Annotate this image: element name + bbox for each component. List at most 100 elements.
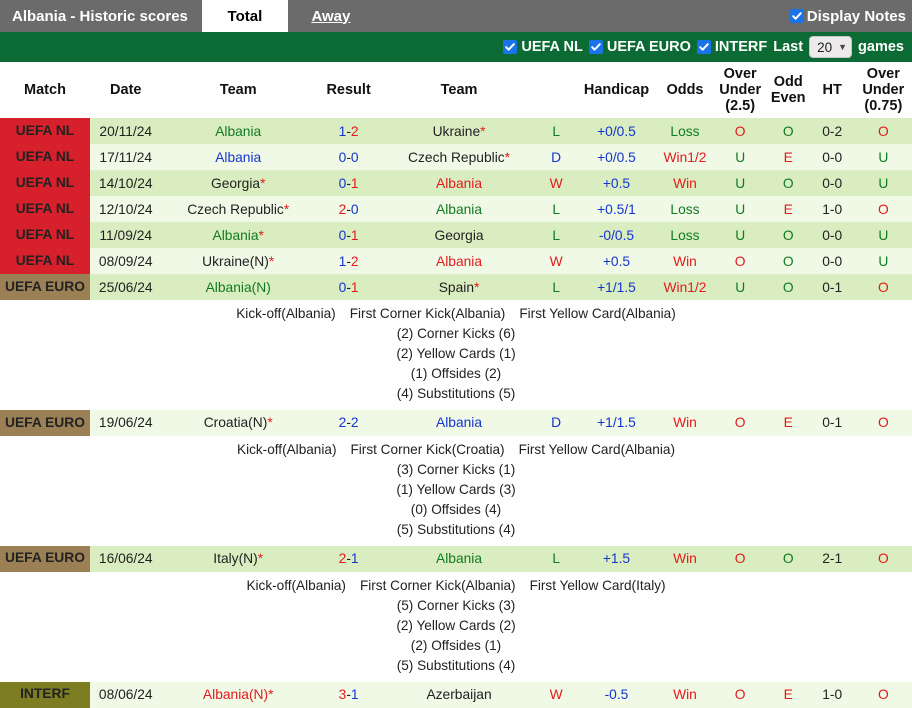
tab-away[interactable]: Away	[288, 0, 374, 32]
competition-badge[interactable]: UEFA NL	[0, 144, 90, 170]
table-row[interactable]: UEFA EURO16/06/24Italy(N)*2-1AlbaniaL+1.…	[0, 546, 912, 572]
table-row[interactable]: UEFA EURO19/06/24Croatia(N)*2-2AlbaniaD+…	[0, 410, 912, 436]
note-stat-line: (2) Yellow Cards (1)	[0, 344, 912, 364]
col-match[interactable]: Match	[0, 62, 90, 118]
match-result[interactable]: 0-1	[315, 222, 382, 248]
win-draw-loss: W	[536, 248, 577, 274]
note-stat-line: (2) Yellow Cards (2)	[0, 616, 912, 636]
over-under-075-value: O	[878, 415, 889, 430]
competition-badge[interactable]: UEFA EURO	[0, 410, 90, 436]
table-row[interactable]: UEFA NL08/09/24Ukraine(N)*1-2AlbaniaW+0.…	[0, 248, 912, 274]
col-team-away[interactable]: Team	[382, 62, 535, 118]
match-result[interactable]: 0-1	[315, 170, 382, 196]
match-result[interactable]: 2-2	[315, 410, 382, 436]
uefa-euro-checkbox[interactable]	[589, 40, 603, 54]
away-team[interactable]: Georgia	[382, 222, 535, 248]
home-team[interactable]: Georgia*	[162, 170, 315, 196]
col-odd-even[interactable]: Odd Even	[767, 62, 810, 118]
filter-uefa-euro[interactable]: UEFA EURO	[589, 39, 691, 55]
col-odds[interactable]: Odds	[656, 62, 713, 118]
match-result[interactable]: 0-0	[315, 144, 382, 170]
away-team[interactable]: Albania	[382, 196, 535, 222]
note-stat-line: (5) Corner Kicks (3)	[0, 596, 912, 616]
match-date: 08/09/24	[90, 248, 162, 274]
filter-interf[interactable]: INTERF	[697, 39, 767, 55]
home-team[interactable]: Albania*	[162, 222, 315, 248]
match-result[interactable]: 1-2	[315, 118, 382, 144]
match-result[interactable]: 0-1	[315, 274, 382, 300]
uefa-nl-checkbox[interactable]	[503, 40, 517, 54]
away-team[interactable]: Spain*	[382, 274, 535, 300]
home-team[interactable]: Ukraine(N)*	[162, 248, 315, 274]
page-title: Albania - Historic scores	[0, 0, 202, 32]
odds-outcome-value: Win	[673, 415, 697, 430]
away-team-label: Czech Republic	[408, 150, 505, 165]
competition-badge[interactable]: UEFA NL	[0, 170, 90, 196]
odds-outcome: Win	[656, 410, 713, 436]
home-advantage-star-icon: *	[260, 176, 265, 191]
col-ht[interactable]: HT	[810, 62, 855, 118]
table-row[interactable]: UEFA NL17/11/24Albania0-0Czech Republic*…	[0, 144, 912, 170]
display-notes-group[interactable]: Display Notes	[790, 0, 912, 32]
home-team[interactable]: Albania	[162, 144, 315, 170]
filter-uefa-nl[interactable]: UEFA NL	[503, 39, 583, 55]
tab-total[interactable]: Total	[202, 0, 288, 32]
away-team[interactable]: Ukraine*	[382, 118, 535, 144]
competition-badge[interactable]: UEFA NL	[0, 118, 90, 144]
home-team-label: Albania	[215, 150, 261, 165]
col-handicap[interactable]: Handicap	[577, 62, 657, 118]
table-row[interactable]: UEFA NL14/10/24Georgia*0-1AlbaniaW+0.5Wi…	[0, 170, 912, 196]
competition-badge[interactable]: UEFA EURO	[0, 274, 90, 300]
note-first-yellow: First Yellow Card(Albania)	[519, 440, 675, 460]
competition-badge[interactable]: UEFA EURO	[0, 546, 90, 572]
win-draw-loss: D	[536, 410, 577, 436]
odd-even: O	[767, 118, 810, 144]
competition-badge[interactable]: UEFA NL	[0, 196, 90, 222]
display-notes-checkbox[interactable]	[790, 9, 804, 23]
win-draw-loss-value: W	[550, 254, 563, 269]
note-kickoff: Kick-off(Albania)	[236, 304, 335, 324]
competition-badge[interactable]: UEFA NL	[0, 222, 90, 248]
home-team[interactable]: Albania(N)	[162, 274, 315, 300]
match-notes-row: Kick-off(Albania)First Corner Kick(Alban…	[0, 300, 912, 410]
match-result[interactable]: 2-0	[315, 196, 382, 222]
home-team[interactable]: Czech Republic*	[162, 196, 315, 222]
table-row[interactable]: UEFA NL12/10/24Czech Republic*2-0Albania…	[0, 196, 912, 222]
half-time-score: 2-1	[810, 546, 855, 572]
games-count-value: 20	[817, 40, 832, 55]
over-under-25-value: U	[735, 176, 745, 191]
col-team-home[interactable]: Team	[162, 62, 315, 118]
away-team[interactable]: Czech Republic*	[382, 144, 535, 170]
col-date[interactable]: Date	[90, 62, 162, 118]
notes-headline: Kick-off(Albania)First Corner Kick(Alban…	[0, 576, 912, 596]
competition-badge[interactable]: UEFA NL	[0, 248, 90, 274]
odd-even-value: E	[784, 415, 793, 430]
interf-label: INTERF	[715, 39, 767, 55]
home-team[interactable]: Croatia(N)*	[162, 410, 315, 436]
table-row[interactable]: UEFA NL11/09/24Albania*0-1GeorgiaL-0/0.5…	[0, 222, 912, 248]
match-result[interactable]: 1-2	[315, 248, 382, 274]
match-notes: Kick-off(Albania)First Corner Kick(Croat…	[0, 440, 912, 540]
half-time-score-value: 0-1	[822, 280, 842, 295]
home-team[interactable]: Albania	[162, 118, 315, 144]
away-team[interactable]: Albania	[382, 410, 535, 436]
col-over-under-25[interactable]: Over Under (2.5)	[714, 62, 767, 118]
half-time-score-value: 0-0	[822, 176, 842, 191]
interf-checkbox[interactable]	[697, 40, 711, 54]
away-team[interactable]: Albania	[382, 546, 535, 572]
away-team[interactable]: Albania	[382, 248, 535, 274]
table-row[interactable]: UEFA EURO25/06/24Albania(N)0-1Spain*L+1/…	[0, 274, 912, 300]
away-team[interactable]: Albania	[382, 170, 535, 196]
match-date: 20/11/24	[90, 118, 162, 144]
col-result[interactable]: Result	[315, 62, 382, 118]
games-count-select[interactable]: 20 ▼	[809, 36, 852, 58]
last-label: Last	[773, 39, 803, 55]
away-score: 1	[351, 176, 359, 191]
home-team[interactable]: Italy(N)*	[162, 546, 315, 572]
table-row[interactable]: UEFA NL20/11/24Albania1-2Ukraine*L+0/0.5…	[0, 118, 912, 144]
odds-outcome-value: Loss	[670, 124, 699, 139]
match-result[interactable]: 2-1	[315, 546, 382, 572]
col-over-under-075[interactable]: Over Under (0.75)	[855, 62, 912, 118]
odds-outcome-value: Win1/2	[663, 150, 706, 165]
competition-filter-bar: UEFA NL UEFA EURO INTERF Last 20 ▼ games	[0, 32, 912, 62]
